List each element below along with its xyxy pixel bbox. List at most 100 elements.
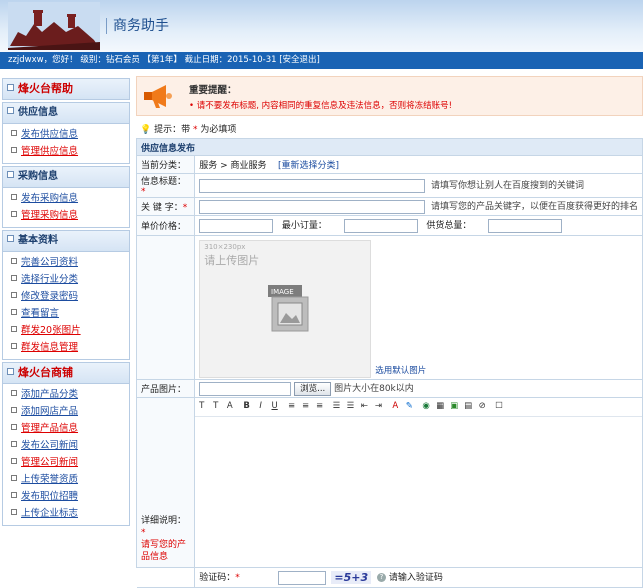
great-wall-logo-icon [8,2,100,50]
unordered-list-icon[interactable]: ☰ [344,400,357,413]
sidebar-item: 查看留言 [11,305,129,322]
keyword-row: 关 键 字：* 请填写您的产品关键字，以便在百度获得更好的排名 [135,197,643,216]
sidebar-item-link[interactable]: 添加网店产品 [21,406,78,417]
sidebar-item-link[interactable]: 上传企业标志 [21,508,78,519]
sidebar-item-link[interactable]: 管理公司新闻 [21,457,78,468]
tip-suffix: 为必填项 [200,125,237,135]
format-icon[interactable]: A [223,400,236,413]
browse-button[interactable]: 浏览... [294,381,332,396]
sidebar-item: 添加产品分类 [11,386,129,403]
link-icon[interactable]: ◉ [420,400,433,413]
image-placeholder[interactable]: 310×230px 请上传图片 IMAGE [199,240,372,378]
image-icon-label: IMAGE [271,288,294,296]
captcha-hint: 请输入验证码 [388,573,443,584]
expand-toggle-icon [7,368,14,375]
category-value: 服务 > 商业服务 [199,161,267,171]
default-image-link[interactable]: 选用默认图片 [375,364,426,376]
sidebar-item-link[interactable]: 群发20张图片 [21,325,81,336]
sidebar-item-link[interactable]: 群发信息管理 [21,342,78,353]
sidebar-item: 群发信息管理 [11,339,129,356]
important-notice: 重要提醒： • 请不要发布标题, 内容相同的重复信息及违法信息，否则将冻结账号! [136,76,643,116]
text-color-icon[interactable]: A [389,400,402,413]
sidebar-item-link[interactable]: 选择行业分类 [21,274,78,285]
keyword-input[interactable] [199,199,426,214]
sidebar-item-link[interactable]: 管理采购信息 [21,210,78,221]
supply-total-input[interactable] [488,218,563,233]
sidebar-section-header[interactable]: 烽火台商铺 [2,362,130,384]
reselect-category-link[interactable]: [重新选择分类] [278,161,339,171]
source-toggle-icon[interactable]: ☐ [493,400,506,413]
supply-total-label: 供货总量： [426,221,472,232]
product-image-path-input[interactable] [199,381,292,396]
bullet-icon [11,211,17,217]
unit-price-input[interactable] [199,218,274,233]
main-content: 重要提醒： • 请不要发布标题, 内容相同的重复信息及违法信息，否则将冻结账号!… [135,76,643,588]
bullet-icon [11,458,17,464]
sidebar-item-link[interactable]: 发布公司新闻 [21,440,78,451]
sidebar-item: 群发20张图片 [11,322,129,339]
app-title: 商务助手 [106,18,169,34]
captcha-input[interactable] [277,570,326,585]
sidebar-item-link[interactable]: 上传荣誉资质 [21,474,78,485]
sidebar-section-items: 发布供应信息 管理供应信息 [2,124,130,164]
underline-icon[interactable]: U [268,400,281,413]
captcha-label: 验证码： [199,573,236,584]
image-preview-row: 310×230px 请上传图片 IMAGE 选用默认图片 [135,235,643,380]
sidebar-item-link[interactable]: 管理供应信息 [21,146,78,157]
sidebar-item: 完善公司资料 [11,254,129,271]
sidebar-item-link[interactable]: 修改登录密码 [21,291,78,302]
bullet-icon [11,509,17,515]
sidebar-item-link[interactable]: 发布供应信息 [21,129,78,140]
bullet-icon [11,130,17,136]
image-size-text: 310×230px [204,243,246,251]
detail-label: 详细说明： [141,516,187,526]
rich-text-editor[interactable] [195,417,642,567]
sidebar-section-header[interactable]: 采购信息 [2,166,130,188]
tip-prefix: 提示：带 [154,125,191,135]
flash-icon[interactable]: ▤ [462,400,475,413]
category-row: 当前分类： 服务 > 商业服务 [重新选择分类] [135,155,643,174]
outdent-icon[interactable]: ⇤ [358,400,371,413]
sidebar-item-link[interactable]: 添加产品分类 [21,389,78,400]
form-section-title: 供应信息发布 [136,138,643,156]
align-left-icon[interactable]: ≡ [285,400,298,413]
title-input[interactable] [199,178,426,193]
sidebar-section-items: 添加产品分类 添加网店产品 管理产品信息 发布公司新闻 管理公司新闻 上传荣誉资质 发布职位… [2,384,130,526]
product-image-row: 产品图片： 浏览... 图片大小在80k以内 [135,379,643,398]
captcha-image[interactable]: =5+3 [331,571,372,585]
font-family-icon[interactable]: T [195,400,208,413]
sidebar-item: 发布供应信息 [11,126,129,143]
sidebar-section-title: 烽火台帮助 [18,82,73,95]
sidebar-item-link[interactable]: 完善公司资料 [21,257,78,268]
notice-text: • 请不要发布标题, 内容相同的重复信息及违法信息，否则将冻结账号! [189,101,453,111]
sidebar-item: 管理采购信息 [11,207,129,224]
align-center-icon[interactable]: ≡ [299,400,312,413]
ordered-list-icon[interactable]: ☰ [330,400,343,413]
highlight-color-icon[interactable]: ✎ [403,400,416,413]
lightbulb-icon: 💡 [140,125,152,135]
align-right-icon[interactable]: ≡ [313,400,326,413]
indent-icon[interactable]: ⇥ [372,400,385,413]
italic-icon[interactable]: I [254,400,267,413]
table-icon[interactable]: ▦ [434,400,447,413]
required-star: * [141,187,146,197]
sidebar-item-link[interactable]: 发布采购信息 [21,193,78,204]
expand-toggle-icon [7,171,14,178]
min-order-input[interactable] [343,218,418,233]
sidebar-item-link[interactable]: 发布职位招聘 [21,491,78,502]
font-size-icon[interactable]: T [209,400,222,413]
sidebar-item-link[interactable]: 管理产品信息 [21,423,78,434]
insert-image-icon[interactable]: ▣ [448,400,461,413]
form-section-header: 供应信息发布 [136,138,643,156]
user-status-text[interactable]: zzjdwxw，您好！ 级别：钻石会员 【第1年】 截止日期：2015-10-3… [8,55,320,65]
title-hint: 请填写你想让别人在百度搜到的关键词 [430,181,584,192]
sidebar-item-link[interactable]: 查看留言 [21,308,59,319]
sidebar-section-header[interactable]: 供应信息 [2,102,130,124]
required-star: * [141,528,146,538]
sidebar-section-header[interactable]: 烽火台帮助 [2,78,130,100]
attachment-icon[interactable]: ⊘ [476,400,489,413]
price-label: 单价价格： [135,215,196,236]
bold-icon[interactable]: B [240,400,253,413]
sidebar-section-header[interactable]: 基本资料 [2,230,130,252]
user-status-bar: zzjdwxw，您好！ 级别：钻石会员 【第1年】 截止日期：2015-10-3… [0,52,643,69]
